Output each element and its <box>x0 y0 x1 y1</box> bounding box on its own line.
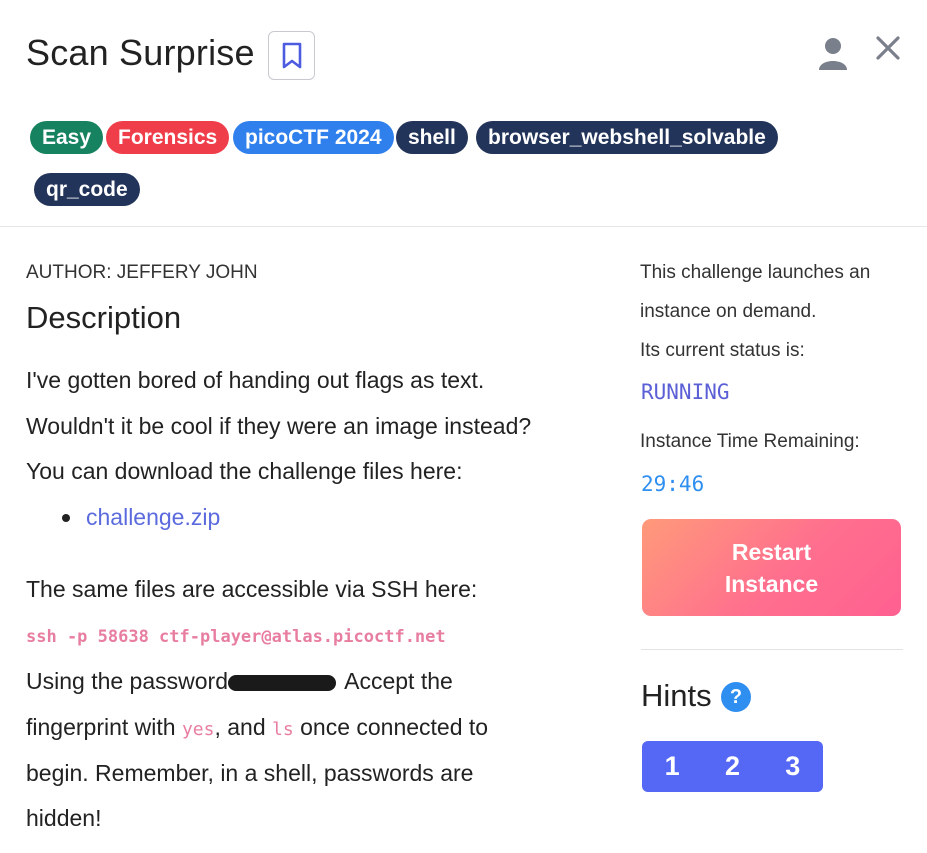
tag-category[interactable]: Forensics <box>106 121 230 154</box>
description-line: begin. Remember, in a shell, passwords a… <box>26 760 474 786</box>
restart-label-line2: Instance <box>724 570 819 597</box>
sidebar-divider <box>641 649 903 650</box>
description-line: Wouldn't it be cool if they were an imag… <box>26 413 532 439</box>
restart-label-line1: Restart <box>731 538 812 565</box>
restart-label: Restart Instance <box>725 536 818 600</box>
fp-middle: , and <box>214 714 273 740</box>
list-bullet <box>62 514 70 522</box>
code-yes: yes <box>181 719 215 740</box>
restart-instance-button[interactable]: Restart Instance <box>642 519 901 616</box>
close-icon[interactable] <box>873 33 903 63</box>
hint-button-1[interactable]: 1 <box>642 741 702 792</box>
bookmark-button[interactable] <box>268 31 315 80</box>
code-ls: ls <box>272 719 294 740</box>
description-line: hidden! <box>26 805 102 831</box>
hints-button-group: 1 2 3 <box>642 741 823 792</box>
instance-info-text: instance on demand. <box>640 301 817 322</box>
description-line: You can download the challenge files her… <box>26 458 463 484</box>
time-remaining-label: Instance Time Remaining: <box>640 431 860 452</box>
tag-shell[interactable]: shell <box>396 121 468 154</box>
ssh-intro-text: The same files are accessible via SSH he… <box>26 576 478 602</box>
challenge-header: Scan Surprise Easy Forensics picoCTF 202… <box>0 0 927 227</box>
fp-prefix: fingerprint with <box>26 714 182 740</box>
status-label: Its current status is: <box>640 340 805 361</box>
status-value: RUNNING <box>641 380 730 404</box>
instance-info-text: This challenge launches an <box>640 262 871 283</box>
password-suffix: Accept the <box>339 668 453 694</box>
tag-webshell[interactable]: browser_webshell_solvable <box>476 121 778 154</box>
tag-difficulty[interactable]: Easy <box>30 121 104 154</box>
fp-suffix: once connected to <box>293 714 489 740</box>
hint-button-3[interactable]: 3 <box>763 741 823 792</box>
challenge-title: Scan Surprise <box>26 32 255 73</box>
description-line: I've gotten bored of handing out flags a… <box>26 367 485 393</box>
help-icon[interactable]: ? <box>721 682 751 712</box>
hint-button-2[interactable]: 2 <box>702 741 762 792</box>
time-remaining-value: 29:46 <box>641 472 705 496</box>
password-redacted <box>228 674 336 691</box>
bookmark-icon <box>282 42 301 68</box>
description-heading: Description <box>26 300 182 335</box>
user-icon[interactable] <box>818 36 848 72</box>
ssh-command: ssh -p 58638 ctf-player@atlas.picoctf.ne… <box>26 627 446 647</box>
hints-heading: Hints <box>641 678 712 713</box>
password-line: Using the password Accept the <box>26 668 453 695</box>
tag-qr-code[interactable]: qr_code <box>34 173 140 206</box>
fingerprint-line: fingerprint with yes, and ls once connec… <box>26 714 488 741</box>
password-prefix: Using the password <box>26 668 228 694</box>
author-label: AUTHOR: JEFFERY JOHN <box>26 262 258 283</box>
tag-event[interactable]: picoCTF 2024 <box>233 121 394 154</box>
challenge-zip-link[interactable]: challenge.zip <box>86 504 220 531</box>
